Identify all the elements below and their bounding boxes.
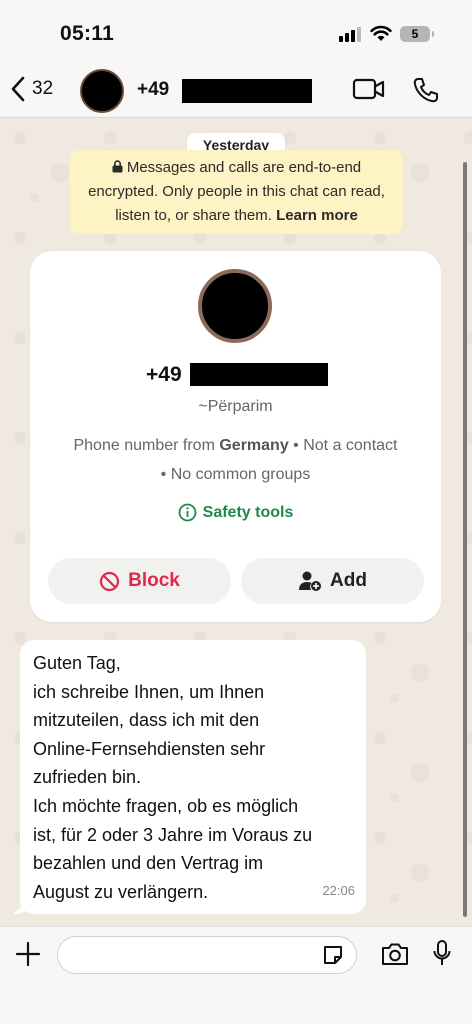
add-label: Add — [330, 570, 367, 591]
message-line: mitzuteilen, dass ich mit den — [33, 710, 260, 731]
video-call-icon[interactable] — [352, 77, 386, 101]
lock-icon — [112, 160, 123, 173]
message-line: Guten Tag, — [33, 653, 121, 673]
message-line: zufrieden bin. — [33, 767, 142, 788]
scroll-indicator[interactable] — [463, 162, 467, 917]
unread-count: 32 — [32, 78, 54, 99]
wifi-icon — [370, 25, 392, 41]
contact-name[interactable]: +49 — [137, 79, 169, 101]
message-input[interactable] — [57, 936, 357, 974]
info-prefix: Phone number from — [73, 437, 215, 454]
phone-call-icon[interactable] — [412, 76, 440, 104]
status-bar: 05:11 5 — [0, 0, 472, 62]
contact-card: +49 ~Përparim Phone number from Germany … — [30, 251, 441, 622]
message-line: ist, für 2 oder 3 Jahre im Voraus zu — [33, 824, 313, 845]
incoming-message[interactable]: Guten Tag, ich schreibe Ihnen, um Ihnen … — [20, 640, 366, 914]
message-line: Ich möchte fragen, ob es möglich — [33, 795, 299, 816]
card-avatar[interactable] — [198, 269, 272, 343]
contact-info: Phone number from Germany • Not a contac… — [70, 431, 401, 489]
safety-tools-label: Safety tools — [202, 503, 294, 521]
encryption-notice[interactable]: Messages and calls are end-to-end encryp… — [70, 150, 403, 234]
back-button[interactable]: 32 — [10, 76, 53, 102]
message-timestamp: 22:06 — [322, 883, 355, 899]
chevron-left-icon — [11, 76, 25, 102]
redaction-bar — [182, 79, 312, 103]
block-icon — [100, 571, 120, 591]
push-name: ~Përparim — [198, 398, 273, 415]
add-contact-button[interactable]: Add — [241, 558, 424, 604]
message-line: ich schreibe Ihnen, um Ihnen — [33, 681, 265, 702]
camera-icon[interactable] — [380, 941, 410, 967]
plus-icon[interactable] — [15, 941, 41, 967]
card-phone-number: +49 — [146, 363, 182, 386]
learn-more-link[interactable]: Learn more — [276, 207, 358, 224]
status-time: 05:11 — [60, 22, 115, 45]
contact-avatar[interactable] — [80, 69, 124, 113]
message-line: bezahlen und den Vertrag im — [33, 853, 264, 874]
microphone-icon[interactable] — [432, 939, 452, 969]
signal-icon — [339, 27, 361, 42]
redaction-bar — [190, 363, 328, 386]
battery-indicator: 5 — [400, 26, 434, 42]
chat-header: 32 +49 — [0, 62, 472, 118]
add-contact-icon — [299, 571, 322, 591]
composer-bar — [0, 926, 472, 1024]
block-label: Block — [128, 570, 180, 591]
sticker-icon[interactable] — [322, 944, 344, 966]
message-line: Online-Fernsehdiensten sehr — [33, 738, 266, 759]
safety-tools-link[interactable]: Safety tools — [30, 503, 441, 522]
info-country: Germany — [219, 437, 289, 454]
block-button[interactable]: Block — [48, 558, 231, 604]
info-circle-icon — [178, 503, 197, 522]
message-line: August zu verlängern. — [33, 881, 209, 902]
